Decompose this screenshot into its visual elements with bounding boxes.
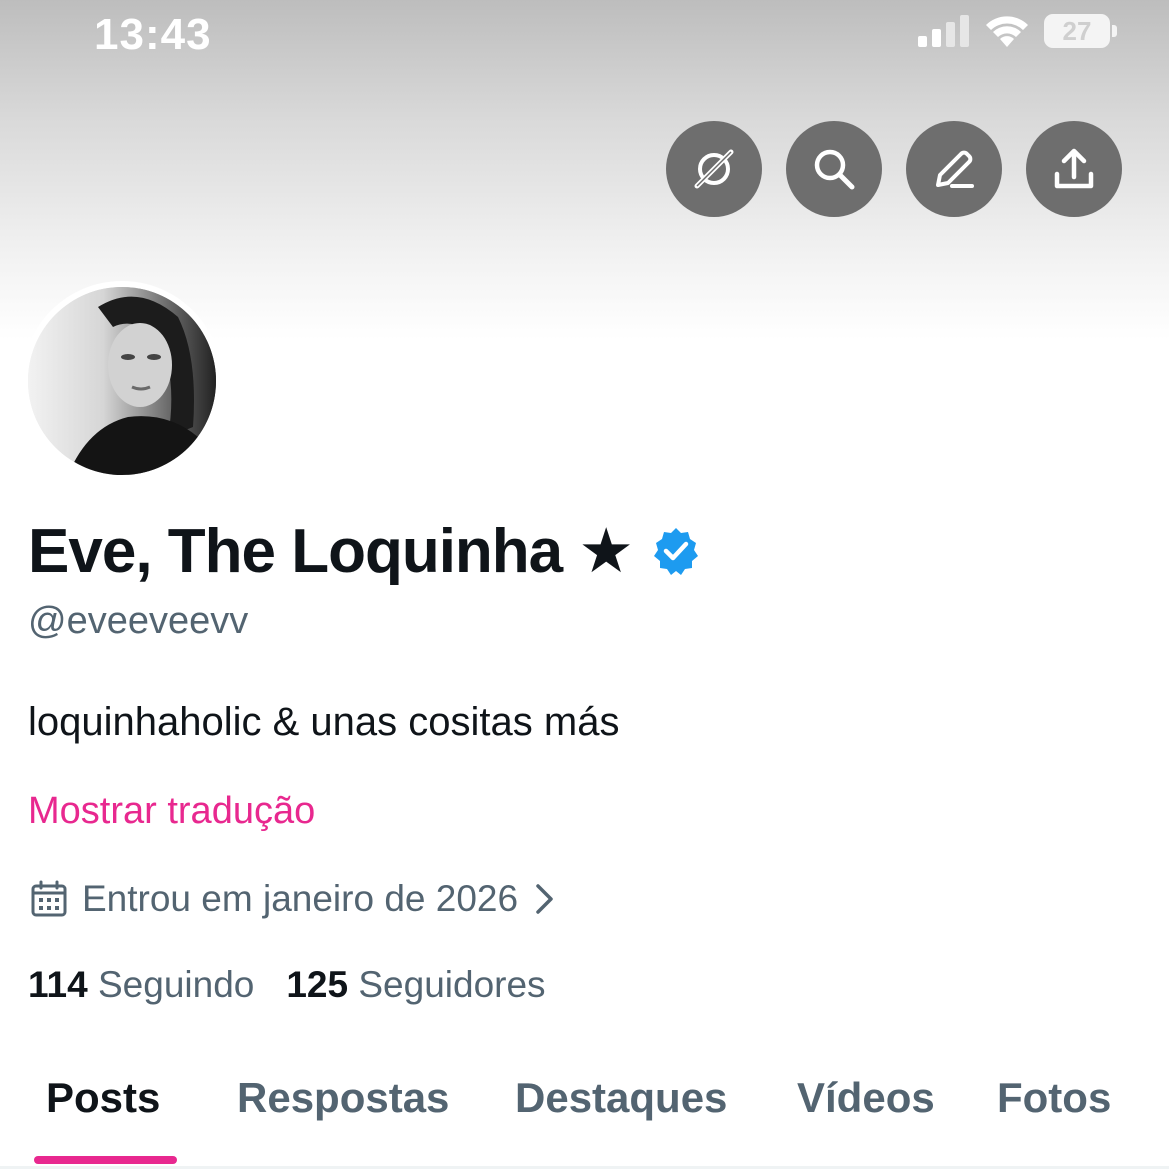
- grok-icon: [694, 149, 734, 189]
- joined-date-row[interactable]: Entrou em janeiro de 2026: [30, 878, 556, 920]
- following-link[interactable]: 114 Seguindo: [28, 964, 254, 1006]
- profile-tabs: Posts Respostas Destaques Vídeos Fotos: [0, 1074, 1169, 1169]
- grok-button[interactable]: [666, 121, 762, 217]
- tab-highlights[interactable]: Destaques: [515, 1074, 727, 1122]
- header-actions: [666, 121, 1122, 217]
- follow-stats: 114 Seguindo 125 Seguidores: [28, 964, 546, 1006]
- profile-handle: @eveeveevv: [28, 600, 249, 642]
- profile-page: 13:43 27 Eve, The Loquinha ★ @eveeveevv …: [0, 0, 1169, 1169]
- followers-count: 125: [286, 964, 349, 1005]
- tab-posts[interactable]: Posts: [46, 1074, 160, 1122]
- verified-badge-icon: [653, 527, 698, 575]
- cellular-signal-icon: [918, 15, 969, 47]
- tab-replies[interactable]: Respostas: [237, 1074, 449, 1122]
- edit-button[interactable]: [906, 121, 1002, 217]
- display-name: Eve, The Loquinha ★: [28, 517, 634, 586]
- battery-nub: [1112, 25, 1117, 37]
- search-icon: [814, 149, 855, 190]
- followers-label: Seguidores: [358, 964, 546, 1005]
- edit-icon: [936, 150, 974, 188]
- tab-photos[interactable]: Fotos: [997, 1074, 1111, 1122]
- followers-link[interactable]: 125 Seguidores: [286, 964, 545, 1006]
- status-time: 13:43: [94, 10, 212, 59]
- status-icons: 27: [918, 14, 1117, 48]
- search-button[interactable]: [786, 121, 882, 217]
- share-button[interactable]: [1026, 121, 1122, 217]
- share-icon: [1054, 148, 1094, 189]
- chevron-right-icon: [536, 884, 553, 914]
- show-translation-link[interactable]: Mostrar tradução: [28, 790, 315, 833]
- following-count: 114: [28, 964, 88, 1005]
- calendar-icon: [31, 880, 67, 917]
- avatar-portrait: [28, 287, 216, 475]
- avatar-photo: [28, 287, 216, 475]
- avatar[interactable]: [22, 281, 222, 481]
- battery-level: 27: [1062, 15, 1092, 46]
- tab-videos[interactable]: Vídeos: [797, 1074, 935, 1122]
- battery-icon: 27: [1044, 14, 1110, 48]
- display-name-row: Eve, The Loquinha ★: [28, 514, 701, 587]
- joined-date-text: Entrou em janeiro de 2026: [82, 878, 519, 919]
- wifi-icon: [986, 16, 1028, 47]
- following-label: Seguindo: [97, 964, 255, 1005]
- profile-bio: loquinhaholic & unas cositas más: [28, 700, 620, 744]
- active-tab-indicator: [34, 1156, 177, 1164]
